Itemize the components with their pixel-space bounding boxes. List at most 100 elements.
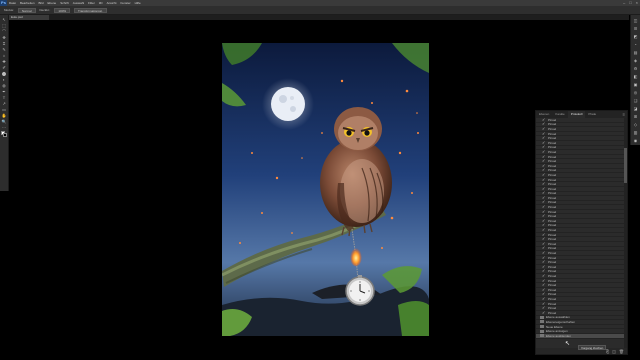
actions-panel-icon[interactable]: ❑: [633, 98, 639, 104]
eyedropper-tool-icon[interactable]: ✎: [1, 47, 7, 52]
history-item-label: Pinsel: [548, 237, 557, 242]
menu-bild[interactable]: Bild: [37, 1, 46, 5]
eraser-tool-icon[interactable]: ⬤: [1, 71, 7, 76]
color-panel-icon[interactable]: ◫: [633, 18, 639, 24]
menu-hilfe[interactable]: Hilfe: [133, 1, 143, 5]
menu-bearbeiten[interactable]: Bearbeiten: [18, 1, 37, 5]
history-item-label: Pinsel: [548, 145, 557, 150]
tab-kanaele[interactable]: Kanäle: [552, 111, 567, 118]
history-item-label: Pinsel: [548, 292, 557, 297]
panel-tabs: Ebenen Kanäle Protokoll Pfade: [536, 111, 627, 118]
menu-ebene[interactable]: Ebene: [46, 1, 59, 5]
quick-select-tool-icon[interactable]: ✥: [1, 35, 7, 40]
lasso-tool-icon[interactable]: ⌒: [1, 29, 7, 34]
brush-stroke-icon: ✓: [542, 309, 546, 315]
history-panel-icon[interactable]: ◎: [633, 90, 639, 96]
history-item-label: Pinsel: [548, 122, 557, 127]
navigator-panel-icon[interactable]: ◉: [633, 138, 639, 144]
history-item-label: Pinsel: [548, 228, 557, 233]
gradient-tool-icon[interactable]: ◐: [1, 77, 7, 82]
history-item-label: Pinsel: [548, 310, 557, 315]
adjustments-panel-icon[interactable]: ◩: [633, 34, 639, 40]
panel-menu-icon[interactable]: ≡: [623, 112, 625, 117]
type-tool-icon[interactable]: T: [1, 95, 7, 100]
info-panel-icon[interactable]: ▥: [633, 130, 639, 136]
mode-label: Modus:: [4, 8, 14, 12]
history-item-label: Pinsel: [548, 255, 557, 260]
menu-fenster[interactable]: Fenster: [118, 1, 132, 5]
history-item-label: Pinsel: [548, 241, 557, 246]
path-select-tool-icon[interactable]: ↗: [1, 101, 7, 106]
history-item-label: Pinsel: [548, 182, 557, 187]
properties-panel-icon[interactable]: ▤: [633, 50, 639, 56]
menu-ansicht[interactable]: Ansicht: [105, 1, 119, 5]
background-color-swatch[interactable]: [3, 133, 7, 137]
layer-state-icon: [540, 329, 544, 333]
history-item[interactable]: Ebene ausblenden: [536, 334, 625, 339]
options-bar: Modus: Normal Deckkr.: 100% Transformati…: [0, 6, 640, 15]
history-item-label: Pinsel: [548, 301, 557, 306]
tab-protokoll[interactable]: Protokoll: [567, 111, 586, 118]
brush-tool-icon[interactable]: ✚: [1, 59, 7, 64]
menu-auswahl[interactable]: Auswahl: [71, 1, 86, 5]
history-item-label: Pinsel: [548, 168, 557, 173]
dodge-tool-icon[interactable]: ◍: [1, 83, 7, 88]
history-item-label: Pinsel: [548, 136, 557, 141]
menu-3d[interactable]: 3D: [97, 1, 105, 5]
history-item-label: Pinsel: [548, 140, 557, 145]
channels-panel-icon[interactable]: ⊞: [633, 114, 639, 120]
clone-source-icon[interactable]: ▣: [633, 82, 639, 88]
tools-panel: ↖ ⬚ ⌒ ✥ ⌗ ✎ ⌂ ✚ ✐ ⬤ ◐ ◍ ✒ T ↗ ▭ ✋ 🔍 ⋯: [0, 15, 9, 191]
color-swatches[interactable]: [1, 131, 7, 137]
shape-tool-icon[interactable]: ▭: [1, 107, 7, 112]
styles-panel-icon[interactable]: ◔: [633, 42, 639, 48]
history-item-label: Ebene ausblenden: [546, 333, 572, 338]
brushes-panel-icon[interactable]: ◧: [633, 74, 639, 80]
brush-settings-icon[interactable]: ⚙: [633, 66, 639, 72]
crop-tool-icon[interactable]: ⌗: [1, 41, 7, 46]
layers-panel-icon[interactable]: ◪: [633, 106, 639, 112]
history-item-label: Pinsel: [548, 200, 557, 205]
panel-scrollbar[interactable]: [624, 118, 627, 350]
tab-ebenen[interactable]: Ebenen: [536, 111, 552, 118]
healing-tool-icon[interactable]: ⌂: [1, 53, 7, 58]
document-tab[interactable]: Eule.psd: [9, 15, 49, 20]
menu-schrift[interactable]: Schrift: [58, 1, 71, 5]
hand-tool-icon[interactable]: ✋: [1, 113, 7, 118]
history-item-label: Pinsel: [548, 131, 557, 136]
history-item-label: Pinsel: [548, 246, 557, 251]
history-item-label: Pinsel: [548, 209, 557, 214]
mode-select[interactable]: Normal: [17, 7, 36, 13]
document-canvas[interactable]: [222, 43, 429, 336]
trash-icon[interactable]: 🗑: [619, 349, 624, 354]
menu-filter[interactable]: Filter: [86, 1, 97, 5]
libraries-panel-icon[interactable]: ◈: [633, 58, 639, 64]
more-tools-icon[interactable]: ⋯: [1, 125, 7, 130]
new-document-icon[interactable]: ⎘: [606, 349, 609, 354]
zoom-tool-icon[interactable]: 🔍: [1, 119, 7, 124]
history-item-label: Ebene auswählen: [546, 315, 570, 320]
paths-panel-icon[interactable]: ◇: [633, 122, 639, 128]
history-item-label: Ebene anzeigen: [546, 329, 568, 334]
tab-pfade[interactable]: Pfade: [585, 111, 599, 118]
history-item-label: Pinsel: [548, 251, 557, 256]
history-item-label: Pinsel: [548, 195, 557, 200]
scrollbar-thumb[interactable]: [624, 148, 627, 183]
menu-datei[interactable]: Datei: [7, 1, 18, 5]
swatches-panel-icon[interactable]: ☰: [633, 26, 639, 32]
history-item-label: Pinsel: [548, 163, 557, 168]
marquee-tool-icon[interactable]: ⬚: [1, 23, 7, 28]
transform-button[interactable]: Transformationsst.: [74, 7, 107, 13]
history-item-label: Pinsel: [548, 260, 557, 265]
new-snapshot-icon[interactable]: ◫: [612, 349, 616, 354]
history-item-label: Pinsel: [548, 273, 557, 278]
history-item-label: Pinsel: [548, 287, 557, 292]
pen-tool-icon[interactable]: ✒: [1, 89, 7, 94]
history-item-label: Pinsel: [548, 154, 557, 159]
move-tool-icon[interactable]: ↖: [1, 17, 7, 22]
history-item-label: Pinsel: [548, 306, 557, 311]
history-item-label: Pinsel: [548, 118, 557, 122]
opacity-field[interactable]: 100%: [54, 7, 71, 13]
history-item-label: Pinsel: [548, 214, 557, 219]
clone-tool-icon[interactable]: ✐: [1, 65, 7, 70]
